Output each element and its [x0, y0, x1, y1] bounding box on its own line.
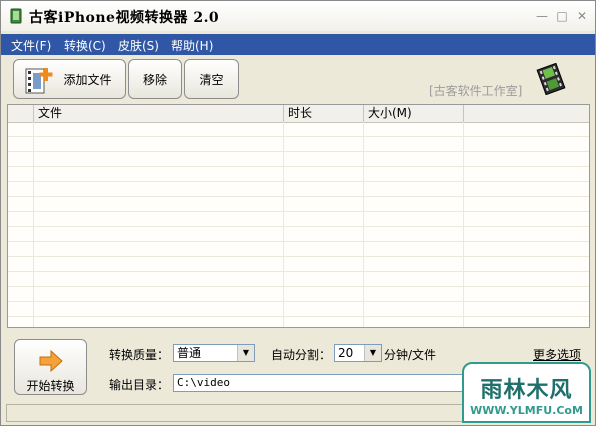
watermark-url: WWW.YLMFU.CoM	[470, 404, 583, 417]
output-dir-input[interactable]: C:\video	[173, 374, 473, 392]
table-row	[8, 287, 589, 302]
window-title: 古客iPhone视频转换器 2.0	[29, 10, 220, 26]
table-row	[8, 272, 589, 287]
studio-label: [古客软件工作室]	[429, 84, 523, 98]
add-file-button[interactable]: 添加文件	[13, 59, 126, 99]
site-watermark: 雨林木风 WWW.YLMFU.CoM	[462, 362, 591, 423]
column-file[interactable]: 文件	[34, 105, 284, 122]
title-bar[interactable]: 古客iPhone视频转换器 2.0 — □ ✕	[1, 1, 595, 31]
table-row	[8, 182, 589, 197]
table-row	[8, 302, 589, 317]
file-list-header: 文件 时长 大小(M)	[8, 105, 589, 123]
add-film-icon	[25, 68, 53, 94]
quality-select[interactable]: 普通 ▼	[173, 344, 255, 362]
app-icon	[10, 8, 22, 24]
close-icon[interactable]: ✕	[575, 9, 589, 23]
menu-convert[interactable]: 转换(C)	[64, 37, 106, 54]
table-row	[8, 122, 589, 137]
column-index[interactable]	[8, 105, 34, 122]
table-row	[8, 197, 589, 212]
film-reel-icon	[536, 63, 566, 95]
window-controls: — □ ✕	[535, 9, 589, 23]
clear-label: 清空	[199, 72, 224, 87]
menu-skin[interactable]: 皮肤(S)	[118, 37, 159, 54]
arrow-right-icon	[39, 349, 63, 373]
menu-help[interactable]: 帮助(H)	[171, 37, 213, 54]
column-duration[interactable]: 时长	[284, 105, 364, 122]
start-convert-button[interactable]: 开始转换	[14, 339, 87, 395]
clear-button[interactable]: 清空	[184, 59, 239, 99]
split-label: 自动分割：	[271, 348, 332, 362]
table-row	[8, 242, 589, 257]
app-window: 古客iPhone视频转换器 2.0 — □ ✕ 文件(F) 转换(C) 皮肤(S…	[0, 0, 596, 426]
column-size[interactable]: 大小(M)	[364, 105, 464, 122]
remove-label: 移除	[142, 72, 167, 87]
output-dir-label: 输出目录：	[109, 378, 170, 392]
start-convert-label: 开始转换	[26, 379, 75, 393]
split-unit: 分钟/文件	[384, 348, 437, 362]
chevron-down-icon[interactable]: ▼	[364, 345, 381, 361]
chevron-down-icon[interactable]: ▼	[237, 345, 254, 361]
minimize-icon[interactable]: —	[535, 9, 549, 23]
menu-bar: 文件(F) 转换(C) 皮肤(S) 帮助(H)	[1, 34, 595, 55]
menu-file[interactable]: 文件(F)	[11, 37, 51, 54]
table-row	[8, 212, 589, 227]
add-file-label: 添加文件	[63, 72, 112, 87]
table-row	[8, 152, 589, 167]
split-select[interactable]: 20 ▼	[334, 344, 382, 362]
maximize-icon[interactable]: □	[555, 9, 569, 23]
column-extra	[464, 105, 589, 122]
quality-label: 转换质量：	[109, 348, 170, 362]
table-row	[8, 257, 589, 272]
watermark-text: 雨林木风	[480, 378, 573, 403]
table-row	[8, 227, 589, 242]
quality-value: 普通	[177, 346, 202, 360]
file-list[interactable]: 文件 时长 大小(M)	[7, 104, 590, 328]
table-row	[8, 317, 589, 327]
table-row	[8, 137, 589, 152]
split-value: 20	[338, 346, 354, 360]
table-row	[8, 167, 589, 182]
more-options-link[interactable]: 更多选项	[533, 346, 581, 363]
remove-button[interactable]: 移除	[128, 59, 182, 99]
